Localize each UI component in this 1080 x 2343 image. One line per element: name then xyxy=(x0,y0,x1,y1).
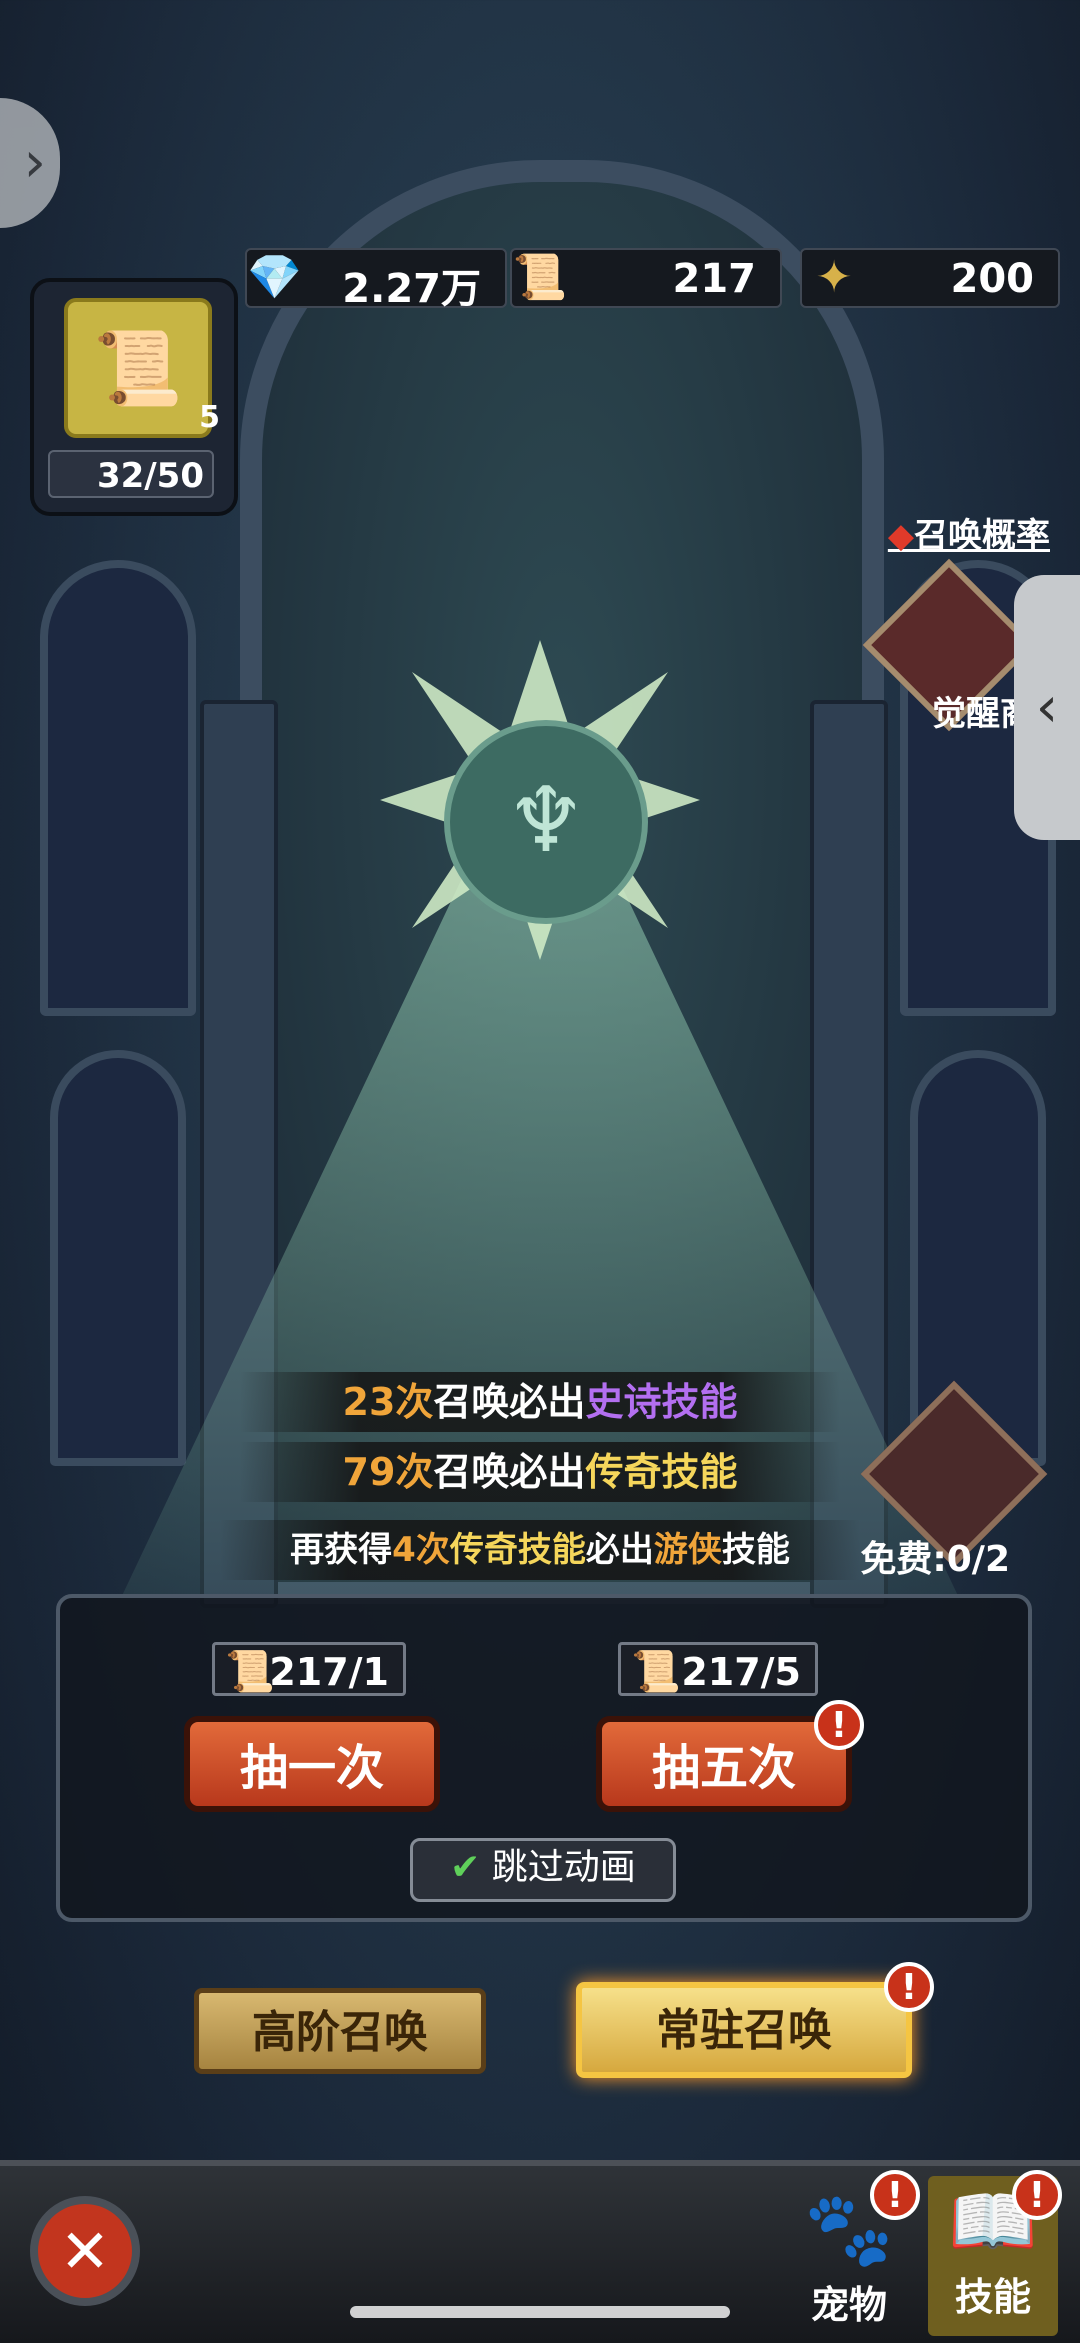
skip-animation-toggle[interactable]: ✔ 跳过动画 xyxy=(410,1838,676,1902)
scroll-icon: 📜 xyxy=(631,1649,681,1695)
legend-count: 79次 xyxy=(342,1450,434,1494)
ranger-post: 技能 xyxy=(721,1530,790,1570)
gold-scroll-icon: 📜 xyxy=(64,298,212,438)
free-summon-label: 免费:0/2 xyxy=(860,1539,1010,1580)
tab-advanced-summon[interactable]: 高阶召唤 xyxy=(194,1988,486,2074)
side-panel-toggle[interactable]: ‹ xyxy=(1014,575,1080,840)
draw-five-alert-icon: ! xyxy=(814,1700,864,1750)
diamond-icon: 💎 xyxy=(247,252,302,303)
epic-reward: 史诗技能 xyxy=(585,1380,738,1424)
tab-standard-summon[interactable]: 常驻召唤 xyxy=(576,1982,912,2078)
ranger-reward: 传奇技能 xyxy=(449,1530,586,1570)
epic-count: 23次 xyxy=(342,1380,434,1424)
left-lower-window xyxy=(50,1050,186,1466)
ranger-hero: 游侠 xyxy=(653,1530,722,1570)
back-arrow-button[interactable]: › xyxy=(0,98,60,228)
epic-mid: 召唤必出 xyxy=(433,1380,586,1424)
five-draw-cost: 📜 217/5 xyxy=(618,1642,818,1696)
pet-alert-icon: ! xyxy=(870,2170,920,2220)
item-progress: 32/50 xyxy=(48,450,214,498)
currency-scroll: 📜 217 xyxy=(510,248,782,308)
skill-alert-icon: ! xyxy=(1012,2170,1062,2220)
skip-animation-label: 跳过动画 xyxy=(491,1847,636,1888)
cross-icon: ✦ xyxy=(815,252,853,303)
legend-reward: 传奇技能 xyxy=(585,1450,738,1494)
ranger-count: 4次 xyxy=(392,1530,450,1570)
close-icon[interactable]: ✕ xyxy=(30,2196,140,2306)
currency-diamond: 💎 2.27万 xyxy=(245,248,507,312)
summon-scroll-item[interactable]: 📜 5 32/50 xyxy=(30,278,238,516)
scroll-icon: 📜 xyxy=(225,1649,275,1695)
item-count: 5 xyxy=(199,400,220,435)
single-cost-value: 217/1 xyxy=(269,1650,389,1694)
currency-cross: ✦ 200 xyxy=(800,248,1060,308)
pity-legend-info: 79次召唤必出传奇技能 xyxy=(240,1442,840,1502)
single-draw-cost: 📜 217/1 xyxy=(212,1642,406,1696)
warning-icon: ◆ xyxy=(887,516,914,556)
ranger-mid: 必出 xyxy=(585,1530,654,1570)
currency-scroll-value: 217 xyxy=(672,256,757,302)
scroll-icon: 📜 xyxy=(512,252,568,303)
summon-rune-icon: ♆ xyxy=(444,720,648,924)
pity-epic-info: 23次召唤必出史诗技能 xyxy=(240,1372,840,1432)
standard-summon-alert-icon: ! xyxy=(884,1962,934,2012)
five-cost-value: 217/5 xyxy=(681,1650,801,1694)
draw-once-button[interactable]: 抽一次 xyxy=(184,1716,440,1812)
currency-diamond-value: 2.27万 xyxy=(342,266,481,312)
ranger-pre: 再获得 xyxy=(290,1530,393,1570)
summon-probability-link[interactable]: ◆召唤概率 xyxy=(888,508,1050,557)
pity-ranger-info: 再获得4次传奇技能必出游侠技能 xyxy=(220,1520,860,1580)
legend-mid: 召唤必出 xyxy=(433,1450,586,1494)
nav-skill-label: 技能 xyxy=(954,2275,1031,2319)
currency-cross-value: 200 xyxy=(950,256,1035,302)
home-indicator xyxy=(350,2306,730,2318)
probability-label: 召唤概率 xyxy=(914,516,1050,556)
checkmark-icon: ✔ xyxy=(450,1847,481,1888)
nav-pet-label: 宠物 xyxy=(810,2283,887,2327)
left-gothic-window xyxy=(40,560,196,1016)
